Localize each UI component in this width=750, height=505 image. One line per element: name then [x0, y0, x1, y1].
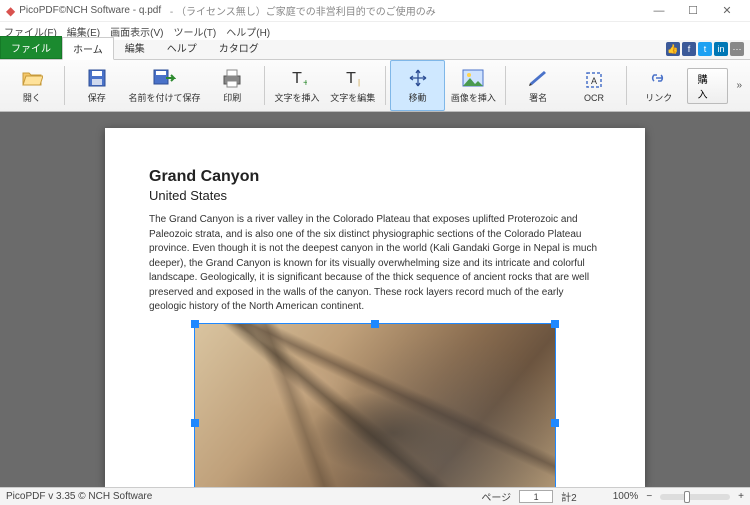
linkedin-icon[interactable]: in: [714, 42, 728, 56]
move-icon: [408, 67, 428, 89]
print-icon: [221, 67, 243, 89]
license-note: - （ライセンス無し）ご家庭での非営利目的でのご使用のみ: [167, 3, 436, 18]
page-total: 計2: [561, 489, 577, 504]
workspace[interactable]: Grand Canyon United States The Grand Can…: [0, 112, 750, 487]
doc-subtitle: United States: [149, 188, 601, 203]
ocr-icon: A: [583, 69, 605, 91]
print-button[interactable]: 印刷: [204, 60, 260, 111]
maximize-button[interactable]: ☐: [676, 4, 710, 17]
edit-text-button[interactable]: T| 文字を編集: [325, 60, 381, 111]
more-chevron-icon[interactable]: »: [732, 80, 746, 91]
satellite-image: [195, 324, 555, 488]
zoom-value: 100%: [613, 491, 639, 502]
toolbar: 開く 保存 名前を付けて保存 印刷 T+ 文字を挿入 T| 文字を編集 移動 画…: [0, 60, 750, 112]
resize-handle-ml[interactable]: [191, 419, 199, 427]
tab-file[interactable]: ファイル: [0, 36, 62, 59]
close-button[interactable]: ✕: [710, 4, 744, 17]
file-name: q.pdf: [139, 5, 161, 16]
tab-home[interactable]: ホーム: [62, 37, 114, 60]
app-icon: ◆: [6, 4, 15, 18]
buy-button[interactable]: 購入: [687, 68, 729, 104]
sign-button[interactable]: 署名: [510, 60, 566, 111]
svg-text:T: T: [346, 70, 356, 87]
version-label: PicoPDF v 3.35 © NCH Software: [6, 491, 152, 502]
image-icon: [462, 67, 484, 89]
save-icon: [87, 67, 107, 89]
zoom-slider[interactable]: [660, 494, 730, 500]
save-button[interactable]: 保存: [69, 60, 125, 111]
folder-open-icon: [21, 67, 43, 89]
link-icon: [648, 67, 670, 89]
tab-edit[interactable]: 編集: [114, 36, 156, 59]
doc-title: Grand Canyon: [149, 168, 601, 186]
title-bar: ◆ PicoPDF©NCH Software - q.pdf - （ライセンス無…: [0, 0, 750, 22]
save-as-button[interactable]: 名前を付けて保存: [125, 60, 205, 111]
ribbon-tab-bar: ファイル ホーム 編集 ヘルプ カタログ 👍 f t in ⋯: [0, 40, 750, 60]
page-input[interactable]: 1: [519, 490, 553, 503]
resize-handle-tr[interactable]: [551, 320, 559, 328]
pdf-page[interactable]: Grand Canyon United States The Grand Can…: [105, 128, 645, 487]
twitter-icon[interactable]: t: [698, 42, 712, 56]
page-label: ページ: [481, 489, 511, 504]
svg-text:T: T: [292, 70, 302, 87]
insert-text-button[interactable]: T+ 文字を挿入: [269, 60, 325, 111]
move-button[interactable]: 移動: [390, 60, 446, 111]
svg-text:A: A: [591, 76, 597, 86]
status-bar: PicoPDF v 3.35 © NCH Software ページ 1 計2 1…: [0, 487, 750, 505]
svg-text:|: |: [358, 78, 360, 87]
selected-image[interactable]: [194, 323, 556, 488]
insert-image-button[interactable]: 画像を挿入: [445, 60, 501, 111]
zoom-out-icon[interactable]: −: [646, 491, 652, 502]
resize-handle-mr[interactable]: [551, 419, 559, 427]
tab-help[interactable]: ヘルプ: [156, 36, 208, 59]
app-title: PicoPDF©NCH Software: [19, 5, 130, 16]
minimize-button[interactable]: —: [642, 5, 676, 17]
resize-handle-tm[interactable]: [371, 320, 379, 328]
like-icon[interactable]: 👍: [666, 42, 680, 56]
facebook-icon[interactable]: f: [682, 42, 696, 56]
doc-paragraph: The Grand Canyon is a river valley in th…: [149, 213, 601, 315]
open-button[interactable]: 開く: [4, 60, 60, 111]
ocr-button[interactable]: A OCR: [566, 60, 622, 111]
zoom-slider-handle[interactable]: [684, 491, 690, 503]
text-edit-icon: T|: [343, 67, 363, 89]
text-insert-icon: T+: [287, 67, 307, 89]
resize-handle-tl[interactable]: [191, 320, 199, 328]
share-icon[interactable]: ⋯: [730, 42, 744, 56]
link-button[interactable]: リンク: [631, 60, 687, 111]
title-sep: -: [130, 5, 139, 16]
save-as-icon: [152, 67, 176, 89]
tab-catalog[interactable]: カタログ: [208, 36, 270, 59]
svg-text:+: +: [303, 78, 307, 88]
zoom-in-icon[interactable]: +: [738, 491, 744, 502]
signature-icon: [527, 67, 549, 89]
